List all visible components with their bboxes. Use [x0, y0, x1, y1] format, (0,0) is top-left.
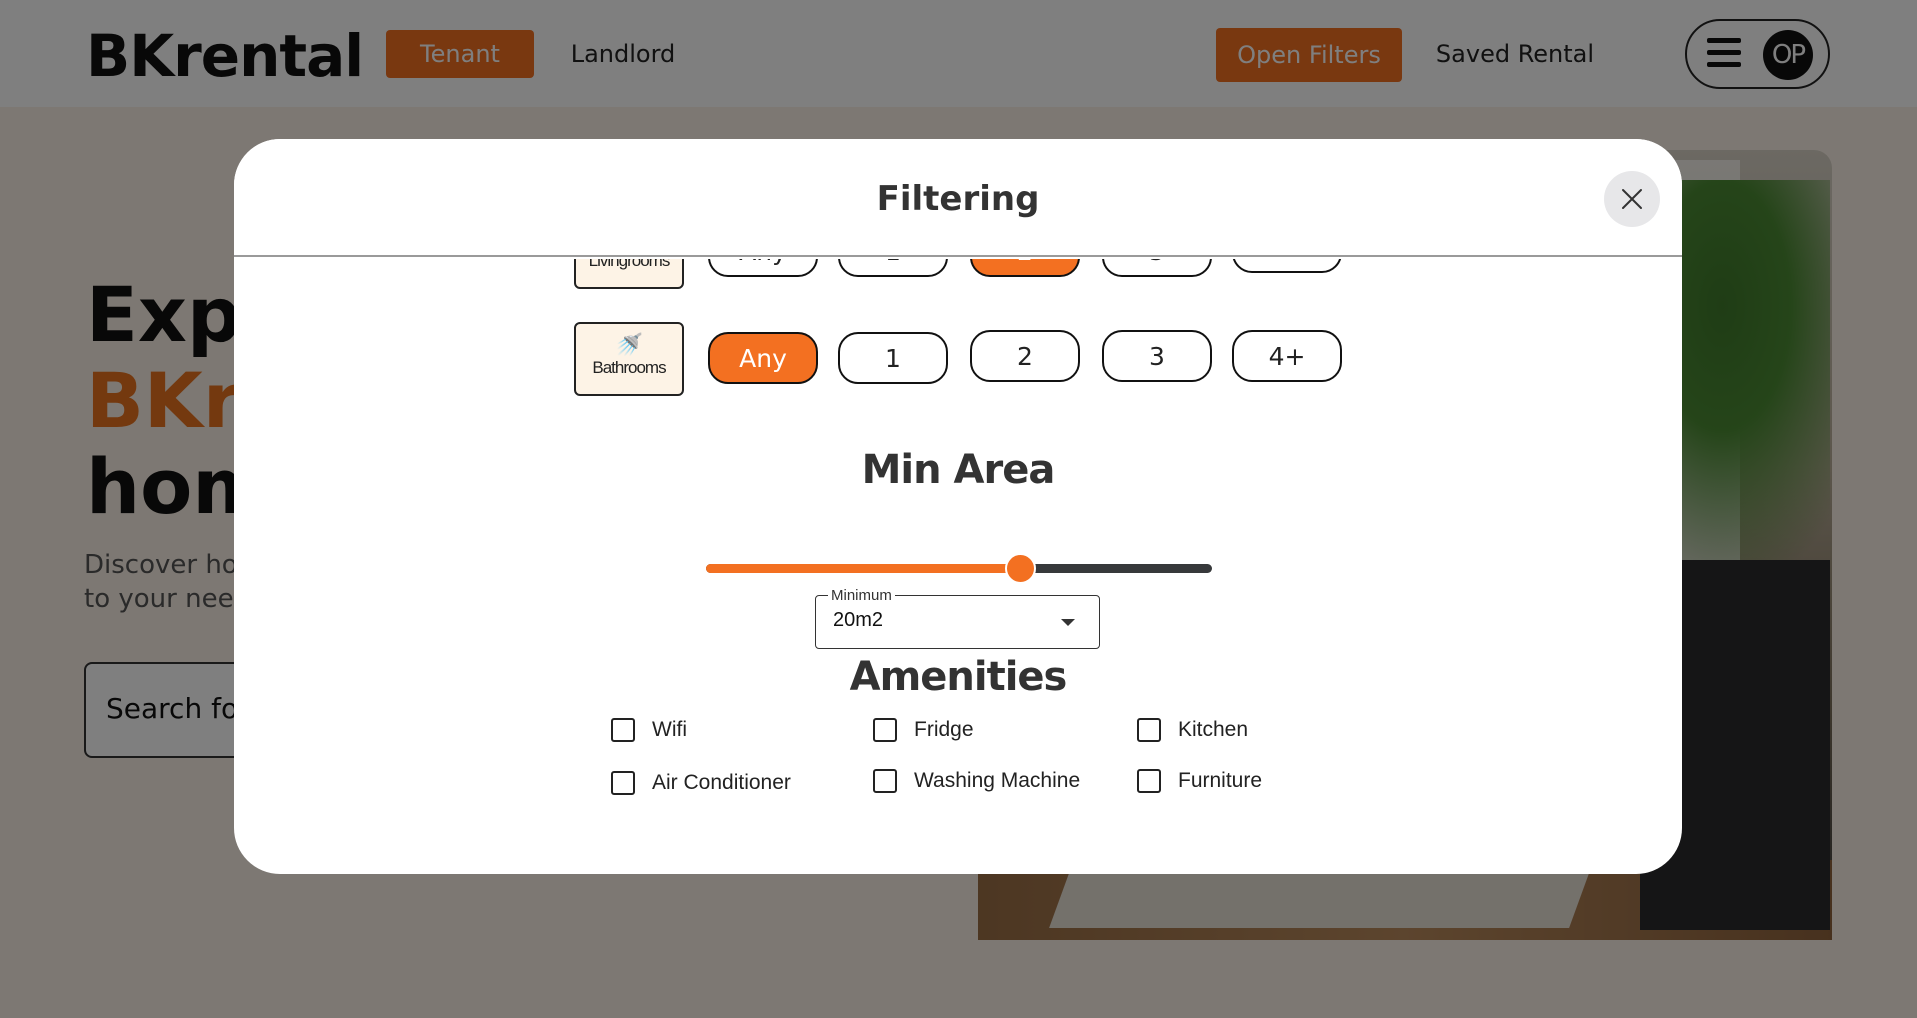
bathrooms-label: 🚿 Bathrooms	[574, 322, 684, 396]
amenity-washing-machine-label: Washing Machine	[914, 769, 1081, 792]
bathrooms-option-1[interactable]: 1	[838, 332, 948, 384]
livingrooms-option-2[interactable]: 2	[970, 259, 1080, 277]
min-area-slider-thumb[interactable]	[1004, 553, 1036, 584]
min-area-slider[interactable]	[706, 553, 1212, 584]
close-icon	[1622, 189, 1642, 209]
minimum-area-select-label: Minimum	[828, 587, 895, 604]
amenity-kitchen[interactable]: Kitchen	[1137, 718, 1248, 742]
chevron-down-icon	[1061, 619, 1075, 626]
livingrooms-option-any[interactable]: Any	[708, 259, 818, 277]
amenity-washing-machine[interactable]: Washing Machine	[873, 769, 1080, 793]
filtering-modal: Filtering Livingrooms Any 1 2 3 4+ 🚿 Bat…	[234, 139, 1682, 874]
bathrooms-option-3[interactable]: 3	[1102, 330, 1212, 382]
amenity-air-conditioner[interactable]: Air Conditioner	[611, 771, 791, 795]
bathrooms-label-text: Bathrooms	[592, 358, 666, 377]
modal-header: Filtering	[234, 139, 1682, 257]
amenity-furniture-label: Furniture	[1178, 769, 1263, 792]
modal-title: Filtering	[876, 179, 1040, 219]
bathrooms-option-2[interactable]: 2	[970, 330, 1080, 382]
minimum-area-select-value: 20m2	[833, 609, 884, 631]
amenity-kitchen-checkbox[interactable]	[1137, 718, 1161, 742]
shower-icon: 🚿	[615, 332, 643, 357]
minimum-area-select[interactable]: Minimum 20m2	[815, 587, 1100, 649]
amenity-fridge-label: Fridge	[914, 718, 974, 741]
livingrooms-label-text: Livingrooms	[588, 259, 671, 270]
min-area-slider-fill	[706, 564, 1020, 573]
amenity-air-conditioner-checkbox[interactable]	[611, 771, 635, 795]
amenity-furniture[interactable]: Furniture	[1137, 769, 1262, 793]
amenity-fridge-checkbox[interactable]	[873, 718, 897, 742]
amenity-wifi-label: Wifi	[652, 718, 687, 741]
amenity-fridge[interactable]: Fridge	[873, 718, 974, 742]
bathrooms-option-4plus[interactable]: 4+	[1232, 330, 1342, 382]
close-button[interactable]	[1604, 171, 1660, 227]
amenity-wifi-checkbox[interactable]	[611, 718, 635, 742]
bathrooms-option-any[interactable]: Any	[708, 332, 818, 384]
livingrooms-option-1[interactable]: 1	[838, 259, 948, 277]
amenity-kitchen-label: Kitchen	[1178, 718, 1249, 741]
amenity-furniture-checkbox[interactable]	[1137, 769, 1161, 793]
min-area-title: Min Area	[861, 447, 1056, 493]
amenity-washing-machine-checkbox[interactable]	[873, 769, 897, 793]
modal-body[interactable]: Livingrooms Any 1 2 3 4+ 🚿 Bathrooms Any…	[234, 259, 1682, 874]
livingrooms-option-3[interactable]: 3	[1102, 259, 1212, 277]
livingrooms-option-4plus[interactable]: 4+	[1232, 259, 1342, 273]
amenity-air-conditioner-label: Air Conditioner	[652, 771, 791, 794]
livingrooms-label: Livingrooms	[574, 259, 684, 289]
amenities-title: Amenities	[849, 654, 1068, 700]
amenity-wifi[interactable]: Wifi	[611, 718, 687, 742]
